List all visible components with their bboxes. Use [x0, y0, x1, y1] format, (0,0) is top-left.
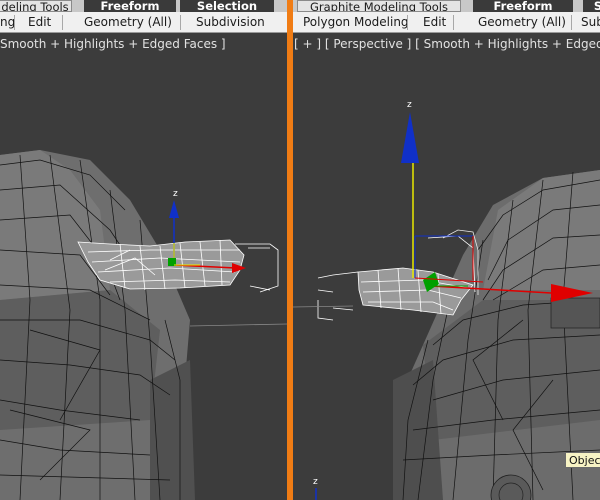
subtab-modeling[interactable]: ng — [0, 12, 15, 33]
tab-label: S — [593, 0, 600, 12]
grid-line — [189, 323, 287, 327]
object-tooltip: Object — [565, 452, 600, 468]
separator — [453, 15, 454, 30]
right-viewport-canvas[interactable]: z z — [293, 0, 600, 500]
axis-z-label: z — [407, 100, 412, 110]
subtab-geometry-all[interactable]: Geometry (All) — [478, 12, 566, 33]
viewport-label[interactable]: [ + ] [ Perspective ] [ Smooth + Highlig… — [294, 37, 600, 51]
car-body-mesh — [393, 170, 600, 500]
world-axis-z-label: z — [313, 477, 318, 487]
left-viewport[interactable]: z deling Tools Freeform Selection ng Edi… — [0, 0, 287, 500]
separator — [571, 15, 572, 30]
tab-freeform[interactable]: Freeform — [84, 0, 176, 12]
tab-label: Selection — [196, 0, 258, 12]
subtab-edit[interactable]: Edit — [28, 12, 51, 33]
car-body-mesh — [0, 150, 195, 500]
subtab-subdivision[interactable]: Subdivision — [196, 12, 265, 33]
subtab-polygon-modeling[interactable]: Polygon Modeling — [303, 12, 409, 33]
subtab-geometry-all[interactable]: Geometry (All) — [84, 12, 172, 33]
tab-graphite-modeling-tools[interactable]: Graphite Modeling Tools — [297, 0, 461, 12]
tab-modeling-tools[interactable]: deling Tools — [0, 0, 72, 12]
subtab-edit[interactable]: Edit — [423, 12, 446, 33]
tab-label: Freeform — [100, 0, 160, 12]
separator — [180, 15, 181, 30]
tab-selection[interactable]: S — [583, 0, 600, 12]
separator — [62, 15, 63, 30]
tab-freeform[interactable]: Freeform — [473, 0, 573, 12]
axis-z-label: z — [173, 189, 178, 199]
viewport-label[interactable]: Smooth + Highlights + Edged Faces ] — [0, 37, 226, 51]
separator — [14, 15, 15, 30]
tab-label: deling Tools — [1, 0, 69, 12]
grid-line — [293, 305, 354, 308]
tab-label: Freeform — [493, 0, 553, 12]
left-viewport-canvas[interactable]: z — [0, 0, 287, 500]
separator — [407, 15, 408, 30]
right-viewport[interactable]: z z Graphite Modeling Tools Freeform S P… — [293, 0, 600, 500]
tab-selection[interactable]: Selection — [180, 0, 274, 12]
tab-label: Graphite Modeling Tools — [309, 0, 448, 12]
subtab-subdivision[interactable]: Sub — [581, 12, 600, 33]
